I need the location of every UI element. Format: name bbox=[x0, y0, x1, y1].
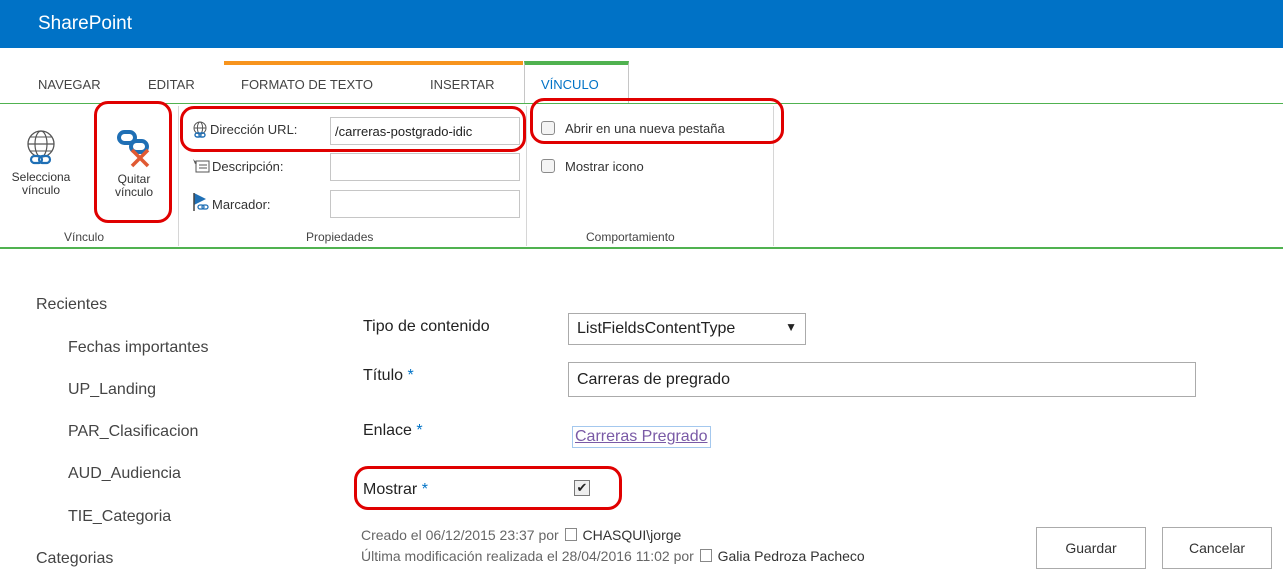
tab-formato-de-texto[interactable]: FORMATO DE TEXTO bbox=[241, 77, 373, 92]
description-label: Descripción: bbox=[212, 159, 284, 174]
show-icon-checkbox[interactable] bbox=[541, 159, 555, 173]
brand-label[interactable]: SharePoint bbox=[38, 13, 132, 35]
url-globe-icon bbox=[192, 121, 208, 144]
created-info: Creado el 06/12/2015 23:37 por CHASQUI\j… bbox=[361, 527, 681, 543]
save-button[interactable]: Guardar bbox=[1036, 527, 1146, 569]
created-user[interactable]: CHASQUI\jorge bbox=[583, 527, 682, 543]
remove-link-label-2: vínculo bbox=[114, 185, 154, 199]
link-label: Enlace * bbox=[363, 422, 423, 440]
required-mark: * bbox=[407, 367, 414, 384]
modified-text: Última modificación realizada el 28/04/2… bbox=[361, 548, 694, 564]
description-input[interactable] bbox=[330, 153, 520, 181]
tab-navegar[interactable]: NAVEGAR bbox=[38, 77, 101, 92]
modified-user[interactable]: Galia Pedroza Pacheco bbox=[718, 548, 865, 564]
show-checkbox[interactable]: ✔ bbox=[574, 480, 590, 496]
show-label-text: Mostrar bbox=[363, 481, 418, 498]
content-type-value: ListFieldsContentType bbox=[577, 320, 736, 337]
nav-item-up-landing[interactable]: UP_Landing bbox=[68, 381, 156, 399]
nav-item-aud-audiencia[interactable]: AUD_Audiencia bbox=[68, 465, 181, 483]
group-divider bbox=[526, 106, 527, 246]
link-label-text: Enlace bbox=[363, 422, 412, 439]
link-value[interactable]: Carreras Pregrado bbox=[572, 426, 711, 448]
modified-info: Última modificación realizada el 28/04/2… bbox=[361, 548, 865, 564]
created-text: Creado el 06/12/2015 23:37 por bbox=[361, 527, 559, 543]
required-mark: * bbox=[421, 481, 428, 498]
url-input[interactable]: /carreras-postgrado-idic bbox=[330, 117, 520, 145]
remove-link-icon bbox=[117, 130, 150, 168]
remove-link-button[interactable]: Quitar vínculo bbox=[102, 128, 166, 199]
open-new-tab-label: Abrir en una nueva pestaña bbox=[565, 121, 725, 136]
description-icon bbox=[192, 158, 210, 179]
dropdown-arrow-icon: ▼ bbox=[785, 320, 797, 334]
bookmark-label: Marcador: bbox=[212, 197, 271, 212]
presence-icon bbox=[699, 549, 712, 562]
tab-vinculo[interactable]: VÍNCULO bbox=[541, 77, 599, 92]
group-label-comportamiento: Comportamiento bbox=[586, 230, 675, 244]
group-divider bbox=[773, 106, 774, 246]
group-divider bbox=[178, 106, 179, 246]
nav-item-tie-categoria[interactable]: TIE_Categoria bbox=[68, 508, 171, 526]
bookmark-input[interactable] bbox=[330, 190, 520, 218]
group-label-vinculo: Vínculo bbox=[64, 230, 105, 244]
group-label-propiedades: Propiedades bbox=[306, 230, 374, 244]
content-type-select[interactable]: ListFieldsContentType ▼ bbox=[568, 313, 806, 345]
nav-recientes[interactable]: Recientes bbox=[36, 296, 107, 314]
title-input[interactable]: Carreras de pregrado bbox=[568, 362, 1196, 397]
tab-insertar[interactable]: INSERTAR bbox=[430, 77, 495, 92]
title-label-text: Título bbox=[363, 367, 404, 384]
title-label: Título * bbox=[363, 367, 414, 385]
nav-categorias[interactable]: Categorias bbox=[36, 550, 113, 568]
show-icon-label: Mostrar icono bbox=[565, 159, 644, 174]
open-new-tab-checkbox[interactable] bbox=[541, 121, 555, 135]
presence-icon bbox=[564, 528, 577, 541]
cancel-button[interactable]: Cancelar bbox=[1162, 527, 1272, 569]
nav-item-par-clasificacion[interactable]: PAR_Clasificacion bbox=[68, 423, 198, 441]
nav-item-fechas-importantes[interactable]: Fechas importantes bbox=[68, 339, 209, 357]
suite-bar: SharePoint bbox=[0, 0, 1283, 48]
tab-editar[interactable]: EDITAR bbox=[148, 77, 195, 92]
content-type-label: Tipo de contenido bbox=[363, 318, 490, 335]
url-label: Dirección URL: bbox=[210, 122, 298, 137]
select-link-button[interactable]: Selecciona vínculo bbox=[6, 128, 76, 197]
required-mark: * bbox=[416, 422, 423, 439]
bookmark-icon bbox=[192, 192, 210, 217]
check-icon: ✔ bbox=[576, 480, 588, 495]
select-link-label-2: vínculo bbox=[21, 183, 61, 197]
show-label: Mostrar * bbox=[363, 481, 428, 499]
globe-link-icon bbox=[27, 130, 55, 165]
